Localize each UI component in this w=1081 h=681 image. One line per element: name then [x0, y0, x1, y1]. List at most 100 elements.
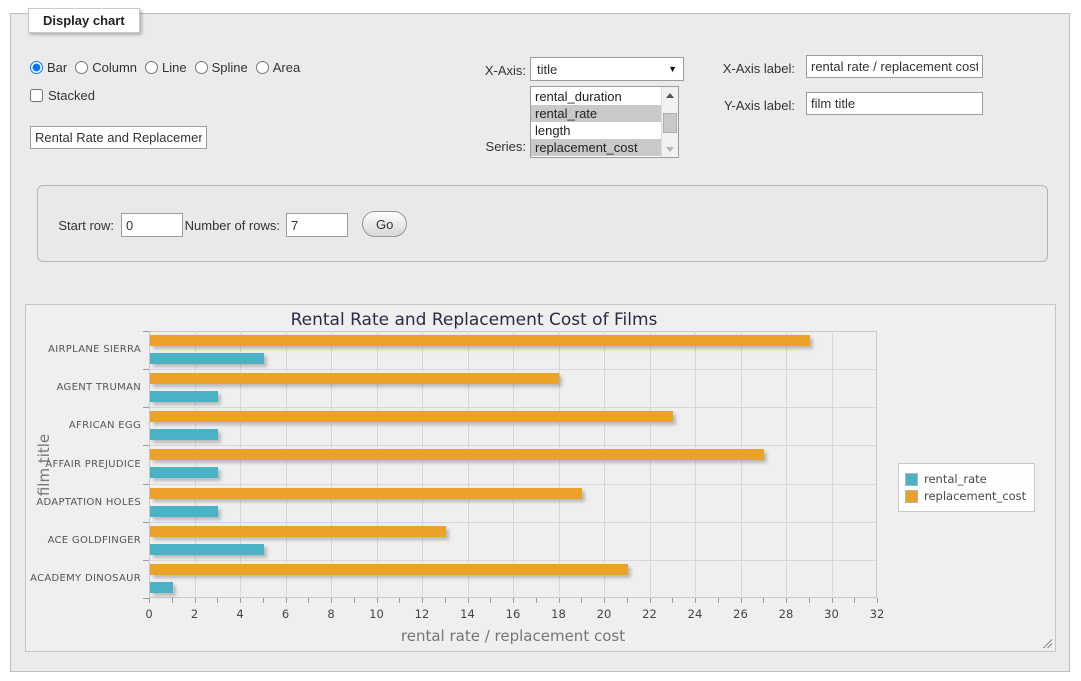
- page: Display chart Bar Column Line Spline Are…: [0, 0, 1081, 681]
- x-tick-label: 28: [771, 607, 801, 621]
- chart-title: Rental Rate and Replacement Cost of Film…: [26, 310, 922, 330]
- arrow-down-icon: [666, 147, 674, 152]
- x-tick-label: 6: [271, 607, 301, 621]
- bar-replacement_cost: [150, 526, 446, 537]
- series-option[interactable]: replacement_cost: [531, 139, 661, 156]
- bar-rental_rate: [150, 544, 264, 555]
- x-tick-label: 8: [316, 607, 346, 621]
- series-option[interactable]: rental_rate: [531, 105, 661, 122]
- grid-line-vertical: [468, 331, 469, 598]
- bar-rental_rate: [150, 467, 218, 478]
- grid-line-vertical: [513, 331, 514, 598]
- chevron-down-icon: ▼: [668, 64, 677, 74]
- bar-replacement_cost: [150, 335, 810, 346]
- y-axis-tick: [143, 598, 149, 599]
- grid-line-vertical: [741, 331, 742, 598]
- x-axis-tick: [445, 598, 446, 603]
- series-option[interactable]: length: [531, 122, 661, 139]
- grid-line-vertical: [286, 331, 287, 598]
- chart-type-radio-spline[interactable]: [195, 61, 208, 74]
- start-row-label: Start row:: [0, 218, 114, 233]
- x-axis-label-label: X-Axis label:: [695, 61, 795, 76]
- chart-legend: rental_ratereplacement_cost: [898, 463, 1035, 512]
- category-label: AGENT TRUMAN: [26, 382, 141, 393]
- grid-line-horizontal: [149, 369, 877, 370]
- legend-item: replacement_cost: [905, 489, 1026, 503]
- chart-type-radio-area[interactable]: [256, 61, 269, 74]
- resize-handle-icon[interactable]: [1041, 637, 1052, 648]
- x-axis-tick: [286, 598, 287, 603]
- bar-rental_rate: [150, 429, 218, 440]
- x-axis-tick: [490, 598, 491, 603]
- y-axis-tick: [143, 560, 149, 561]
- y-axis-tick: [143, 484, 149, 485]
- x-tick-label: 12: [407, 607, 437, 621]
- go-button[interactable]: Go: [362, 211, 407, 237]
- category-label: ACE GOLDFINGER: [26, 535, 141, 546]
- chart-type-label: Column: [92, 60, 137, 75]
- chart-type-label: Spline: [212, 60, 248, 75]
- stacked-checkbox[interactable]: [30, 89, 43, 102]
- category-label: AIRPLANE SIERRA: [26, 344, 141, 355]
- x-axis-tick: [581, 598, 582, 603]
- stacked-option: Stacked: [30, 88, 95, 103]
- x-axis-tick: [468, 598, 469, 603]
- chart-type-label: Line: [162, 60, 187, 75]
- bar-replacement_cost: [150, 411, 673, 422]
- scroll-up-button[interactable]: [662, 87, 678, 103]
- series-listbox-scrollbar[interactable]: [661, 87, 678, 157]
- x-axis-tick: [172, 598, 173, 603]
- x-axis-label-input[interactable]: [806, 55, 983, 78]
- bar-rental_rate: [150, 391, 218, 402]
- y-axis-label-label: Y-Axis label:: [695, 98, 795, 113]
- x-axis-tick: [650, 598, 651, 603]
- x-axis-tick: [559, 598, 560, 603]
- num-rows-input[interactable]: [286, 213, 348, 237]
- y-axis-tick: [143, 369, 149, 370]
- x-axis-tick: [354, 598, 355, 603]
- bar-replacement_cost: [150, 449, 764, 460]
- chart-type-option-bar: Bar: [30, 60, 67, 75]
- legend-label: replacement_cost: [924, 489, 1026, 503]
- y-axis-title: film title: [35, 433, 53, 495]
- series-option[interactable]: rental_duration: [531, 88, 661, 105]
- x-axis-select[interactable]: title ▼: [530, 57, 684, 81]
- scrollbar-thumb[interactable]: [663, 113, 677, 133]
- chart-title-input[interactable]: [30, 126, 207, 149]
- bar-replacement_cost: [150, 373, 559, 384]
- x-tick-label: 4: [225, 607, 255, 621]
- chart-type-label: Bar: [47, 60, 67, 75]
- bar-rental_rate: [150, 353, 264, 364]
- x-tick-label: 16: [498, 607, 528, 621]
- grid-line-vertical: [195, 331, 196, 598]
- x-axis-tick: [854, 598, 855, 603]
- x-axis-tick: [604, 598, 605, 603]
- x-tick-label: 32: [862, 607, 892, 621]
- grid-line-vertical: [604, 331, 605, 598]
- x-axis-tick: [331, 598, 332, 603]
- x-axis-select-label: X-Axis:: [436, 63, 526, 78]
- x-axis-tick: [422, 598, 423, 603]
- y-axis-label-input[interactable]: [806, 92, 983, 115]
- chart-type-radio-line[interactable]: [145, 61, 158, 74]
- grid-line-horizontal: [149, 522, 877, 523]
- chart: Rental Rate and Replacement Cost of Film…: [25, 304, 1056, 652]
- x-axis-tick: [672, 598, 673, 603]
- grid-line-vertical: [331, 331, 332, 598]
- x-axis-tick: [308, 598, 309, 603]
- x-axis-selected-value: title: [537, 62, 668, 77]
- chart-type-radio-column[interactable]: [75, 61, 88, 74]
- scroll-down-button[interactable]: [662, 141, 678, 157]
- grid-line-vertical: [695, 331, 696, 598]
- chart-type-label: Area: [273, 60, 300, 75]
- chart-type-radio-bar[interactable]: [30, 61, 43, 74]
- grid-line-vertical: [422, 331, 423, 598]
- x-axis-tick: [263, 598, 264, 603]
- chart-type-option-spline: Spline: [195, 60, 248, 75]
- x-axis-tick: [809, 598, 810, 603]
- x-axis-tick: [832, 598, 833, 603]
- series-listbox[interactable]: rental_durationrental_ratelengthreplacem…: [530, 86, 679, 158]
- bar-rental_rate: [150, 582, 173, 593]
- grid-line-horizontal: [149, 407, 877, 408]
- bar-replacement_cost: [150, 488, 582, 499]
